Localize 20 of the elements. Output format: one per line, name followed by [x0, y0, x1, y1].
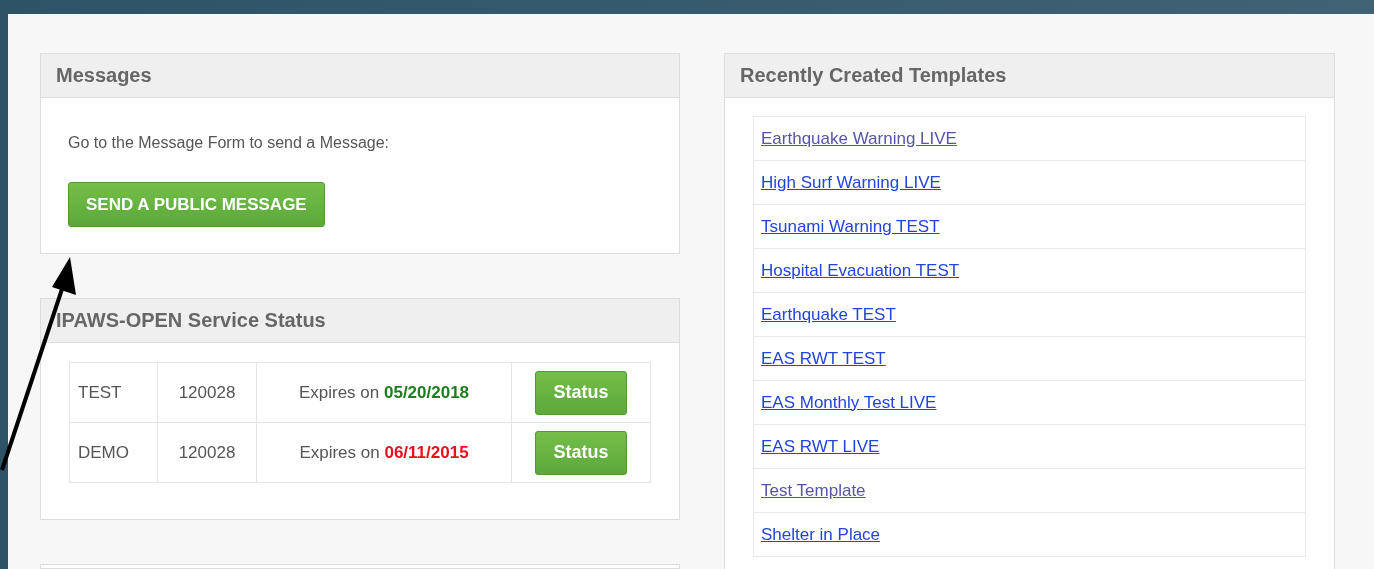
- template-link[interactable]: Earthquake TEST: [761, 304, 896, 325]
- template-link[interactable]: High Surf Warning LIVE: [761, 172, 941, 193]
- table-cell: 120028: [157, 362, 257, 423]
- table-cell: DEMO: [69, 422, 158, 483]
- table-cell: Expires on 06/11/2015: [256, 422, 512, 483]
- template-link[interactable]: EAS RWT TEST: [761, 348, 886, 369]
- template-link[interactable]: Test Template: [761, 480, 866, 501]
- table-cell: 120028: [157, 422, 257, 483]
- template-link[interactable]: EAS Monthly Test LIVE: [761, 392, 937, 413]
- panel-title: Recently Created Templates: [725, 54, 1334, 98]
- panel-title: IPAWS-OPEN Service Status: [41, 299, 679, 343]
- template-link[interactable]: Tsunami Warning TEST: [761, 216, 940, 237]
- message-prompt: Go to the Message Form to send a Message:: [68, 134, 391, 152]
- table-cell: Expires on 05/20/2018: [256, 362, 512, 423]
- template-link[interactable]: EAS RWT LIVE: [761, 436, 880, 457]
- template-link[interactable]: Shelter in Place: [761, 524, 881, 545]
- table-cell: TEST: [69, 362, 158, 423]
- template-link[interactable]: Earthquake Warning LIVE: [761, 128, 957, 149]
- template-link[interactable]: Hospital Evacuation TEST: [761, 260, 960, 281]
- panel-title: Messages: [41, 54, 679, 98]
